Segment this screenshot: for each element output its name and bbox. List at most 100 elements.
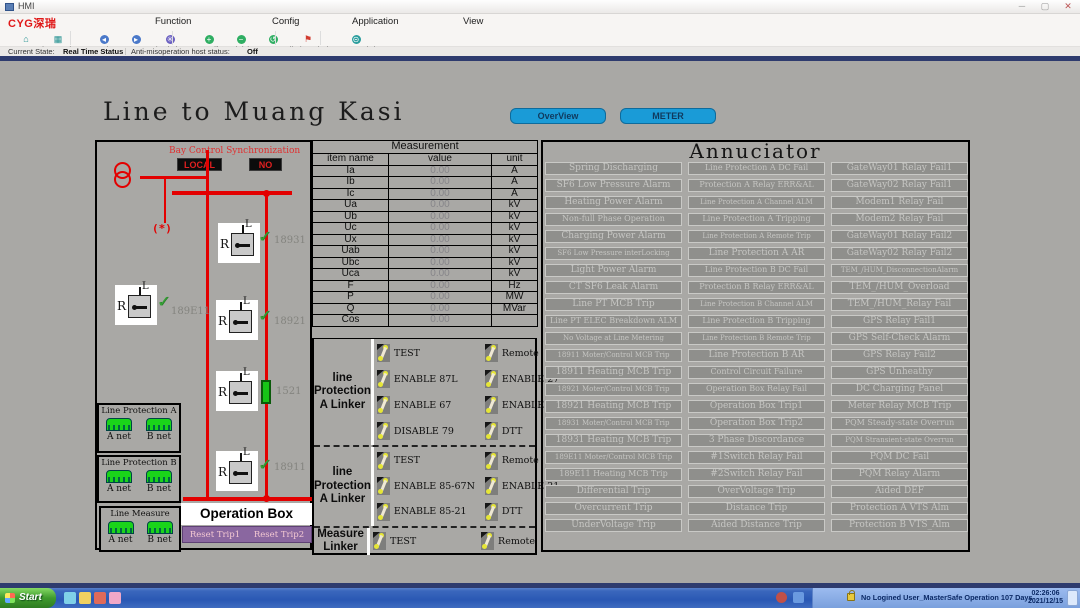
annunciator-tile[interactable]: GPS Self-Check Alarm bbox=[831, 332, 968, 345]
menu-item-config[interactable]: Config bbox=[272, 16, 299, 27]
nav-button-meter[interactable]: METER bbox=[620, 108, 716, 124]
menu-item-application[interactable]: Application bbox=[352, 16, 398, 27]
annunciator-tile[interactable]: PQM DC Fail bbox=[831, 451, 968, 464]
nav-button-overview[interactable]: OverView bbox=[510, 108, 606, 124]
annunciator-tile[interactable]: 18931 Moter/Control MCB Trip bbox=[545, 417, 682, 430]
annunciator-tile[interactable]: Line Protection A AR bbox=[688, 247, 825, 260]
annunciator-tile[interactable]: Overcurrent Trip bbox=[545, 502, 682, 515]
linker-toggle-icon[interactable] bbox=[485, 503, 498, 521]
annunciator-tile[interactable]: Operation Box Relay Fail bbox=[688, 383, 825, 396]
linker-toggle-icon[interactable] bbox=[377, 503, 390, 521]
maximize-icon[interactable]: ▢ bbox=[1037, 1, 1053, 12]
linker-toggle-icon[interactable] bbox=[373, 532, 386, 550]
minimize-icon[interactable]: ─ bbox=[1014, 1, 1030, 12]
annunciator-tile[interactable]: Aided DEF bbox=[831, 485, 968, 498]
quick-launch-icon[interactable] bbox=[94, 592, 106, 604]
start-button[interactable]: Start bbox=[0, 588, 56, 608]
annunciator-tile[interactable]: GateWay02 Relay Fail1 bbox=[831, 179, 968, 192]
annunciator-tile[interactable]: #2Switch Relay Fail bbox=[688, 468, 825, 481]
annunciator-tile[interactable]: Distance Trip bbox=[688, 502, 825, 515]
annunciator-tile[interactable]: PQM Relay Alarm bbox=[831, 468, 968, 481]
annunciator-tile[interactable]: SF6 Low Pressure interLocking bbox=[545, 247, 682, 260]
annunciator-tile[interactable]: Protection B VTS_Alm bbox=[831, 519, 968, 532]
annunciator-tile[interactable]: 18911 Moter/Control MCB Trip bbox=[545, 349, 682, 362]
annunciator-tile[interactable]: 18911 Heating MCB Trip bbox=[545, 366, 682, 379]
annunciator-tile[interactable]: Line Protection B DC Fail bbox=[688, 264, 825, 277]
annunciator-tile[interactable]: 18921 Moter/Control MCB Trip bbox=[545, 383, 682, 396]
annunciator-tile[interactable]: Line Protection B Remote Trip bbox=[688, 332, 825, 345]
quick-launch-icon[interactable] bbox=[64, 592, 76, 604]
linker-toggle-icon[interactable] bbox=[377, 477, 390, 495]
annunciator-tile[interactable]: DC Charging Panel bbox=[831, 383, 968, 396]
linker-toggle-icon[interactable] bbox=[485, 344, 498, 362]
annunciator-tile[interactable]: Line Protection A Channel ALM bbox=[688, 196, 825, 209]
menu-item-function[interactable]: Function bbox=[155, 16, 191, 27]
annunciator-tile[interactable]: GateWay02 Relay Fail2 bbox=[831, 247, 968, 260]
close-icon[interactable]: ✕ bbox=[1060, 1, 1076, 12]
tray-icon[interactable] bbox=[793, 592, 804, 603]
annunciator-tile[interactable]: PQM Steady-state Overrun bbox=[831, 417, 968, 430]
annunciator-tile[interactable]: 189E11 Heating MCB Trip bbox=[545, 468, 682, 481]
annunciator-tile[interactable]: SF6 Low Pressure Alarm bbox=[545, 179, 682, 192]
linker-toggle-icon[interactable] bbox=[377, 396, 390, 414]
annunciator-tile[interactable]: PQM Stransient-state Overrun bbox=[831, 434, 968, 447]
annunciator-tile[interactable]: Line PT MCB Trip bbox=[545, 298, 682, 311]
switch-18931[interactable]: LR bbox=[218, 223, 260, 263]
linker-toggle-icon[interactable] bbox=[377, 370, 390, 388]
annunciator-tile[interactable]: Non-full Phase Operation bbox=[545, 213, 682, 226]
switch-18911[interactable]: LR bbox=[216, 451, 258, 491]
annunciator-tile[interactable]: Line Protection A DC Fail bbox=[688, 162, 825, 175]
taskbar-clock[interactable]: 02:26:06 2021/12/15 bbox=[1028, 590, 1063, 606]
annunciator-tile[interactable]: Meter Relay MCB Trip bbox=[831, 400, 968, 413]
annunciator-tile[interactable]: Light Power Alarm bbox=[545, 264, 682, 277]
annunciator-tile[interactable]: GPS Unheathy bbox=[831, 366, 968, 379]
linker-toggle-icon[interactable] bbox=[485, 422, 498, 440]
linker-toggle-icon[interactable] bbox=[485, 452, 498, 470]
linker-toggle-icon[interactable] bbox=[485, 396, 498, 414]
local-indicator[interactable]: LOCAL bbox=[177, 158, 222, 171]
annunciator-tile[interactable]: TEM_/HUM_Relay Fail bbox=[831, 298, 968, 311]
annunciator-tile[interactable]: Modem2 Relay Fail bbox=[831, 213, 968, 226]
annunciator-tile[interactable]: OverVoltage Trip bbox=[688, 485, 825, 498]
sync-no-indicator[interactable]: NO bbox=[249, 158, 282, 171]
annunciator-tile[interactable]: Line Protection A Remote Trip bbox=[688, 230, 825, 243]
linker-toggle-icon[interactable] bbox=[377, 452, 390, 470]
linker-toggle-icon[interactable] bbox=[377, 422, 390, 440]
annunciator-tile[interactable]: #1Switch Relay Fail bbox=[688, 451, 825, 464]
quick-launch-icon[interactable] bbox=[79, 592, 91, 604]
annunciator-tile[interactable]: Spring Discharging bbox=[545, 162, 682, 175]
menu-item-view[interactable]: View bbox=[463, 16, 483, 27]
annunciator-tile[interactable]: Protection A VTS Alm bbox=[831, 502, 968, 515]
quick-launch-icon[interactable] bbox=[109, 592, 121, 604]
annunciator-tile[interactable]: No Voltage at Line Metering bbox=[545, 332, 682, 345]
annunciator-tile[interactable]: Line Protection B AR bbox=[688, 349, 825, 362]
annunciator-tile[interactable]: Line PT ELEC Breakdown ALM bbox=[545, 315, 682, 328]
annunciator-tile[interactable]: Heating Power Alarm bbox=[545, 196, 682, 209]
annunciator-tile[interactable]: 18931 Heating MCB Trip bbox=[545, 434, 682, 447]
linker-toggle-icon[interactable] bbox=[485, 370, 498, 388]
annunciator-tile[interactable]: Operation Box Trip2 bbox=[688, 417, 825, 430]
linker-toggle-icon[interactable] bbox=[481, 532, 494, 550]
linker-toggle-icon[interactable] bbox=[377, 344, 390, 362]
annunciator-tile[interactable]: GateWay01 Relay Fail1 bbox=[831, 162, 968, 175]
switch-1521[interactable]: LR bbox=[216, 371, 258, 411]
annunciator-tile[interactable]: CT SF6 Leak Alarm bbox=[545, 281, 682, 294]
annunciator-tile[interactable]: Control Circuit Failure bbox=[688, 366, 825, 379]
annunciator-tile[interactable]: GPS Relay Fail2 bbox=[831, 349, 968, 362]
switch-18921[interactable]: LR bbox=[216, 300, 258, 340]
annunciator-tile[interactable]: TEM_/HUM_DisconnectionAlarm bbox=[831, 264, 968, 277]
annunciator-tile[interactable]: TEM_/HUM_Overload bbox=[831, 281, 968, 294]
annunciator-tile[interactable]: Protection A Relay ERR&AL bbox=[688, 179, 825, 192]
annunciator-tile[interactable]: 18921 Heating MCB Trip bbox=[545, 400, 682, 413]
linker-toggle-icon[interactable] bbox=[485, 477, 498, 495]
reset-button[interactable]: Reset Trip1 bbox=[190, 530, 240, 540]
annunciator-tile[interactable]: GateWay01 Relay Fail2 bbox=[831, 230, 968, 243]
show-desktop-button[interactable] bbox=[1067, 590, 1078, 606]
reset-button[interactable]: Reset Trip2 bbox=[254, 530, 304, 540]
annunciator-tile[interactable]: Aided Distance Trip bbox=[688, 519, 825, 532]
annunciator-tile[interactable]: UnderVoltage Trip bbox=[545, 519, 682, 532]
annunciator-tile[interactable]: GPS Relay Fail1 bbox=[831, 315, 968, 328]
tray-icon[interactable] bbox=[776, 592, 787, 603]
annunciator-tile[interactable]: 189E11 Moter/Control MCB Trip bbox=[545, 451, 682, 464]
annunciator-tile[interactable]: Protection B Relay ERR&AL bbox=[688, 281, 825, 294]
